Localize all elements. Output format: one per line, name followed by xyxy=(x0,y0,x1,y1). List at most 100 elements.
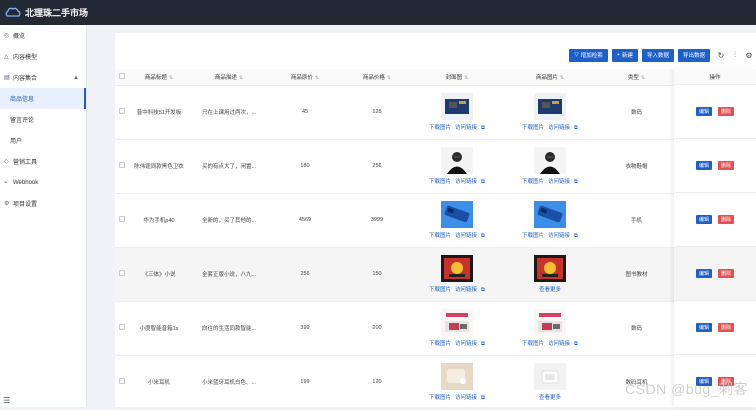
edit-button[interactable]: 编辑 xyxy=(695,323,712,332)
copy-icon[interactable]: ⧉ xyxy=(481,125,485,131)
sidebar-item-overview[interactable]: ◎ 概览 xyxy=(0,25,86,46)
row-checkbox[interactable] xyxy=(119,216,125,222)
download-image-link[interactable]: 下载图片 xyxy=(522,233,544,239)
copy-icon[interactable]: ⧉ xyxy=(574,125,578,131)
product-image[interactable] xyxy=(441,200,473,228)
sidebar-item-webhook[interactable]: ⌁ Webhook xyxy=(0,172,86,193)
warning-triangle-icon: △ xyxy=(4,54,9,60)
cell-type: 图书教材 xyxy=(599,247,674,302)
column-header[interactable]: 商品价格 ⇅ xyxy=(341,69,413,86)
column-header[interactable]: 商品标题 ⇅ xyxy=(129,69,189,86)
column-header[interactable]: 商品描述 ⇅ xyxy=(189,69,269,86)
product-image[interactable] xyxy=(534,308,566,336)
row-checkbox[interactable] xyxy=(119,162,125,168)
visit-link[interactable]: 访问链接 xyxy=(548,179,570,185)
download-image-link[interactable]: 下载图片 xyxy=(429,233,451,239)
import-button[interactable]: 导入数据 xyxy=(641,48,674,62)
column-header[interactable]: 封面图 ⇅ xyxy=(413,69,501,86)
table-row[interactable]: 普中科技51开发板 只在上课用过两次，... 45 128 下载图片 访问链接 ⧉ 下载图片访… xyxy=(115,85,756,140)
download-image-link[interactable]: 下载图片 xyxy=(429,395,451,401)
visit-link[interactable]: 访问链接 xyxy=(455,341,477,347)
row-checkbox[interactable] xyxy=(119,324,125,330)
product-image[interactable] xyxy=(534,363,566,390)
visit-link[interactable]: 访问链接 xyxy=(548,125,570,131)
product-image[interactable] xyxy=(441,254,473,282)
cell-original-price: 180 xyxy=(269,139,341,194)
copy-icon[interactable]: ⧉ xyxy=(574,233,578,239)
edit-button[interactable]: 编辑 xyxy=(695,161,712,170)
table-row[interactable]: 华为手机p40 全新的，买了其他的... 4569 3999 下载图片 访问链接 ⧉ 下载图片… xyxy=(115,193,756,248)
cloud-logo-icon xyxy=(5,7,21,17)
copy-icon[interactable]: ⧉ xyxy=(481,287,485,293)
data-card: ▽ 增加检索 + 新建 导入数据 导出数据 ↻ ⫶ ⚙ 商品标题 ⇅ 商品描述 … xyxy=(115,33,756,410)
delete-button[interactable]: 删除 xyxy=(718,269,735,278)
table-row[interactable]: 陈伟霆同款黑色卫衣 买的有点大了，闲置... 180 256 下载图片 访问链接 ⧉ 下载图片… xyxy=(115,139,756,194)
copy-icon[interactable]: ⧉ xyxy=(481,233,485,239)
sidebar-item-settings[interactable]: ⚙ 项目设置 xyxy=(0,193,86,214)
row-checkbox[interactable] xyxy=(119,378,125,384)
view-more-link[interactable]: 查看更多 xyxy=(539,287,561,293)
row-operations: 编辑 删除 xyxy=(674,85,756,139)
sidebar-subitem-users[interactable]: 用户 xyxy=(0,130,86,151)
row-checkbox[interactable] xyxy=(119,270,125,276)
download-image-link[interactable]: 下载图片 xyxy=(429,179,451,185)
column-header[interactable]: 类型 ⇅ xyxy=(599,69,674,86)
delete-button[interactable]: 删除 xyxy=(718,323,735,332)
product-image[interactable] xyxy=(441,362,473,390)
visit-link[interactable]: 访问链接 xyxy=(455,287,477,293)
download-image-link[interactable]: 下载图片 xyxy=(429,287,451,293)
sidebar-subitem-products[interactable]: 商品信息 xyxy=(0,88,86,109)
download-image-link[interactable]: 下载图片 xyxy=(522,125,544,131)
download-image-link[interactable]: 下载图片 xyxy=(522,179,544,185)
export-button[interactable]: 导出数据 xyxy=(677,48,710,62)
edit-button[interactable]: 编辑 xyxy=(695,269,712,278)
product-image[interactable] xyxy=(441,92,473,120)
delete-button[interactable]: 删除 xyxy=(718,161,735,170)
column-header[interactable]: 商品图片 ⇅ xyxy=(501,69,599,86)
visit-link[interactable]: 访问链接 xyxy=(455,179,477,185)
row-checkbox[interactable] xyxy=(119,108,125,114)
settings-icon[interactable]: ⚙ xyxy=(745,51,753,60)
column-header[interactable]: 商品原价 ⇅ xyxy=(269,69,341,86)
product-image[interactable] xyxy=(534,255,566,282)
sidebar-item-marketing[interactable]: ◇ 营销工具 xyxy=(0,151,86,172)
copy-icon[interactable]: ⧉ xyxy=(481,341,485,347)
delete-button[interactable]: 删除 xyxy=(718,107,735,116)
copy-icon[interactable]: ⧉ xyxy=(574,341,578,347)
refresh-icon[interactable]: ↻ xyxy=(717,51,725,60)
sidebar-item-content-model[interactable]: △ 内容模型 xyxy=(0,46,86,67)
edit-button[interactable]: 编辑 xyxy=(695,107,712,116)
add-filter-button[interactable]: ▽ 增加检索 xyxy=(569,48,608,62)
product-image[interactable] xyxy=(534,92,566,120)
edit-button[interactable]: 编辑 xyxy=(695,215,712,224)
cell-cover-image: 下载图片 访问链接 ⧉ xyxy=(413,301,501,356)
select-all-checkbox[interactable] xyxy=(119,72,125,79)
new-button[interactable]: + 新建 xyxy=(611,48,638,62)
copy-icon[interactable]: ⧉ xyxy=(481,395,485,401)
table-row[interactable]: 小度智能音箱1s 向往的生活同款智能... 399 200 下载图片 访问链接 ⧉ 下载图片访… xyxy=(115,301,756,356)
menu-collapse-icon[interactable]: ☰ xyxy=(3,396,10,405)
visit-link[interactable]: 访问链接 xyxy=(455,395,477,401)
delete-button[interactable]: 删除 xyxy=(718,215,735,224)
product-image[interactable] xyxy=(534,200,566,228)
copy-icon[interactable]: ⧉ xyxy=(481,179,485,185)
megaphone-icon: ◇ xyxy=(4,159,9,165)
copy-icon[interactable]: ⧉ xyxy=(574,179,578,185)
view-more-link[interactable]: 查看更多 xyxy=(539,395,561,401)
download-image-link[interactable]: 下载图片 xyxy=(429,125,451,131)
product-image[interactable] xyxy=(534,146,566,174)
sidebar-item-content-collection[interactable]: ▤ 内容集合 ▲ xyxy=(0,67,86,88)
download-image-link[interactable]: 下载图片 xyxy=(522,341,544,347)
product-image[interactable] xyxy=(441,146,473,174)
table-row[interactable]: 《三体》小说 全套正版小说，八九... 256 150 下载图片 访问链接 ⧉ 查看更多 图书教… xyxy=(115,247,756,302)
product-image[interactable] xyxy=(441,308,473,336)
visit-link[interactable]: 访问链接 xyxy=(548,233,570,239)
column-height-icon[interactable]: ⫶ xyxy=(731,50,739,60)
visit-link[interactable]: 访问链接 xyxy=(455,233,477,239)
visit-link[interactable]: 访问链接 xyxy=(455,125,477,131)
operations-column: 操作 编辑 删除 编辑 删除 编辑 删除 编辑 删除 编辑 删除 编辑 删除 xyxy=(674,69,756,409)
download-image-link[interactable]: 下载图片 xyxy=(429,341,451,347)
sidebar-subitem-comments[interactable]: 留言评论 xyxy=(0,109,86,130)
button-label: 导入数据 xyxy=(646,53,669,59)
visit-link[interactable]: 访问链接 xyxy=(548,341,570,347)
